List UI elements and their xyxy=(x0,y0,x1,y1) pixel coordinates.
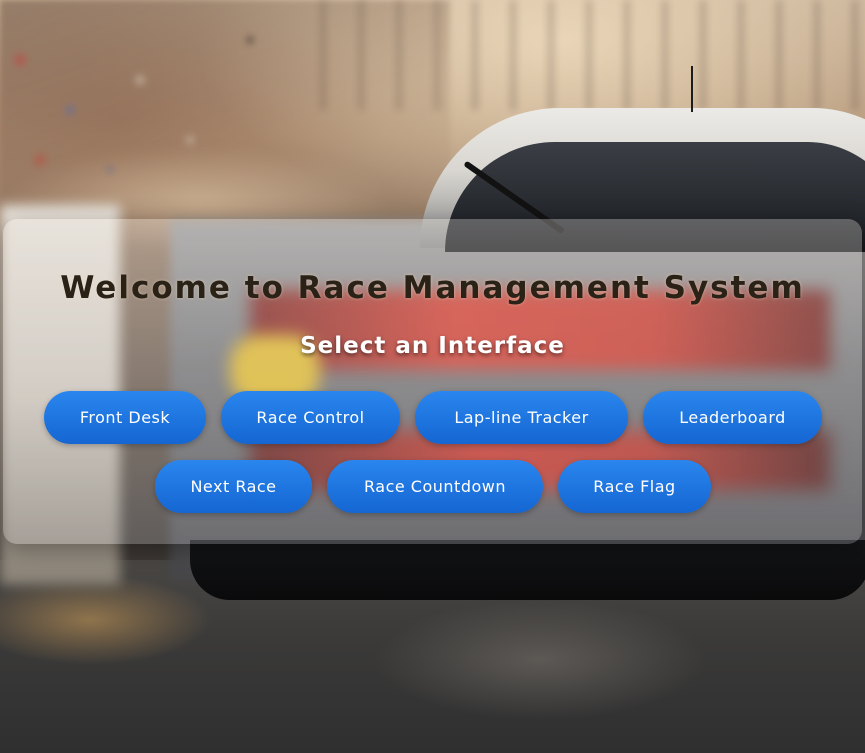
next-race-button[interactable]: Next Race xyxy=(155,460,312,513)
race-control-button[interactable]: Race Control xyxy=(221,391,400,444)
page-title: Welcome to Race Management System xyxy=(60,270,805,306)
race-flag-button[interactable]: Race Flag xyxy=(558,460,711,513)
lap-line-tracker-button[interactable]: Lap-line Tracker xyxy=(415,391,628,444)
front-desk-button[interactable]: Front Desk xyxy=(44,391,206,444)
background-car-bumper xyxy=(190,540,865,600)
background-car-antenna xyxy=(691,66,693,112)
page-subtitle: Select an Interface xyxy=(300,333,565,359)
race-countdown-button[interactable]: Race Countdown xyxy=(327,460,543,513)
leaderboard-button[interactable]: Leaderboard xyxy=(643,391,822,444)
